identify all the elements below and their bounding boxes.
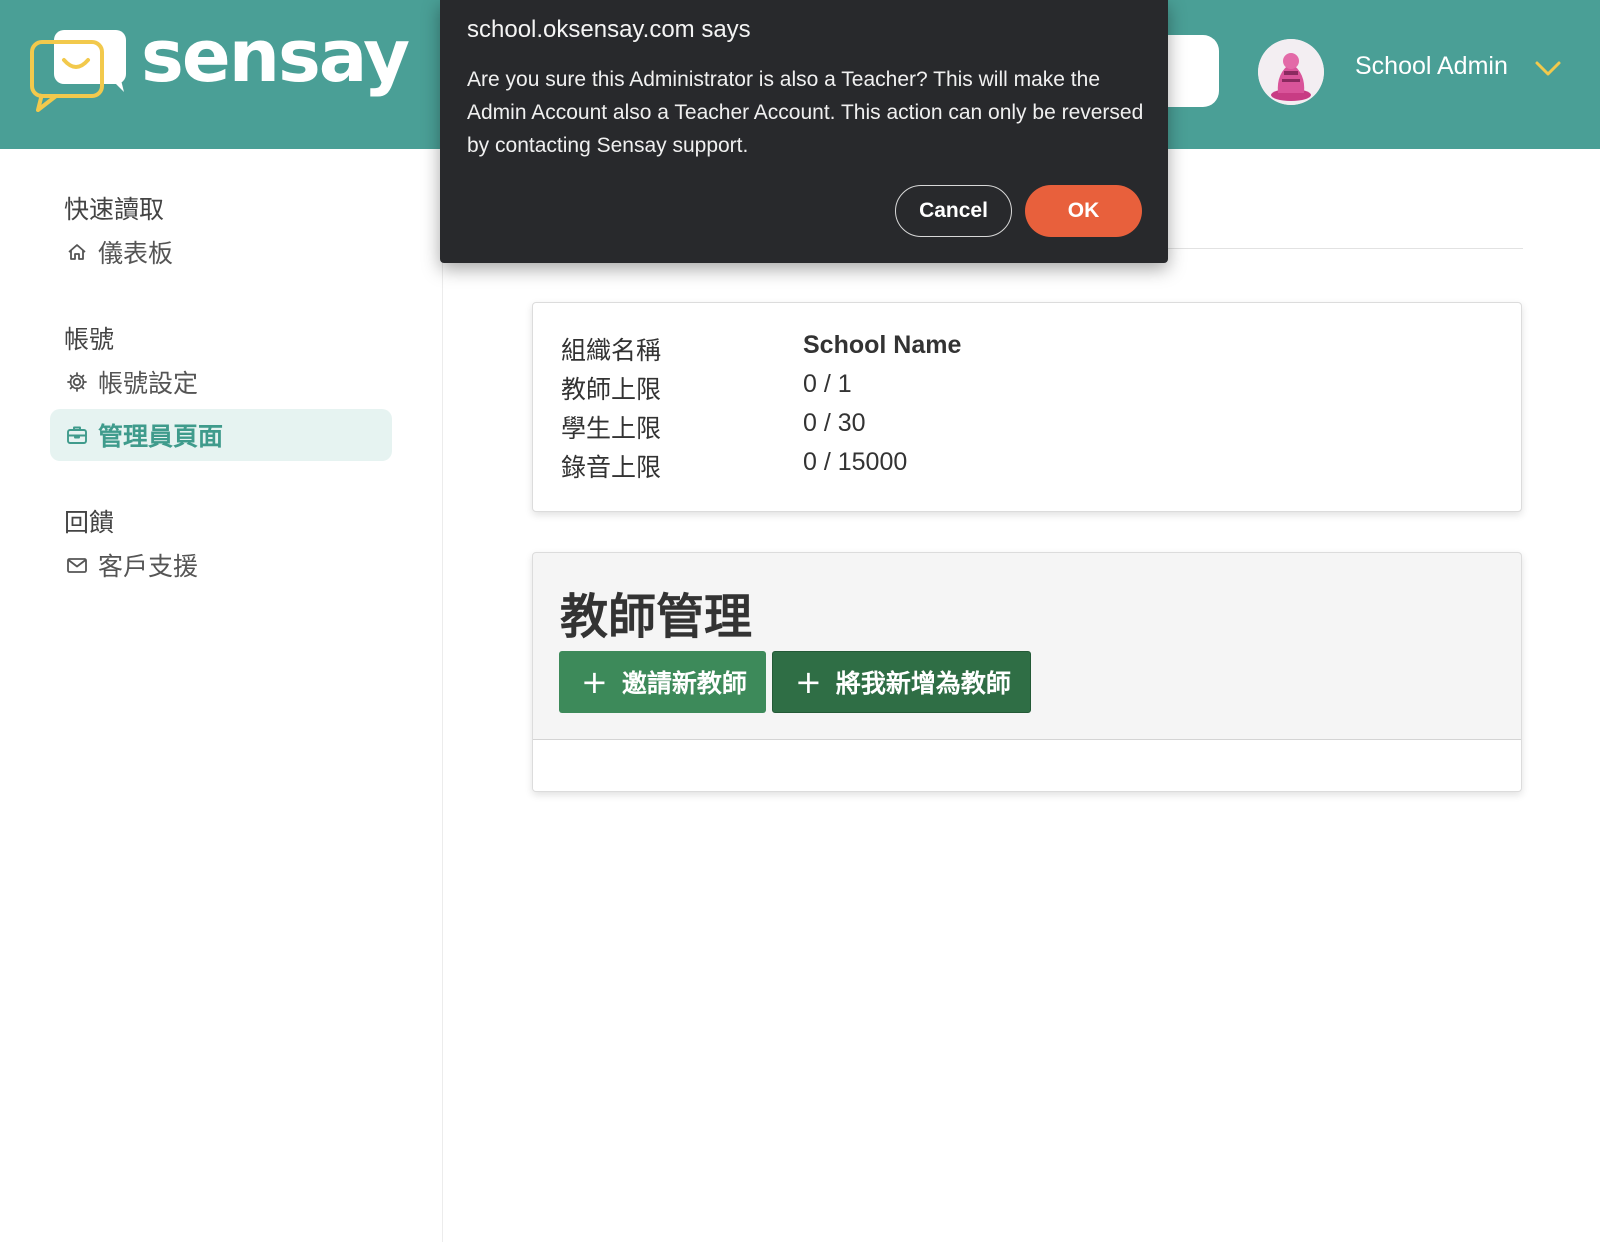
gear-icon [66,371,88,393]
brand-name[interactable]: sensay [141,14,410,98]
teacher-list-area [533,739,1521,791]
sidebar-section-feedback: 回饋 [64,508,115,537]
info-value: School Name [803,331,962,359]
info-value: 0 / 1 [803,370,852,398]
info-label: 教師上限 [561,375,662,404]
user-name[interactable]: School Admin [1355,52,1508,81]
plus-icon: + [795,663,822,701]
sidebar-item-label: 客戶支援 [98,552,199,581]
add-self-as-teacher-button[interactable]: + 將我新增為教師 [772,651,1031,713]
teacher-management-card: 教師管理 + 邀請新教師 + 將我新增為教師 [532,552,1522,792]
avatar-figure-icon [1258,39,1324,105]
sidebar-item-dashboard[interactable]: 儀表板 [66,232,173,272]
info-label: 錄音上限 [561,453,662,482]
sidebar-item-admin-page[interactable]: 管理員頁面 [66,415,223,455]
invite-teacher-button[interactable]: + 邀請新教師 [559,651,766,713]
briefcase-icon [66,424,88,446]
info-label: 組織名稱 [561,336,662,365]
sidebar-item-label: 帳號設定 [98,369,199,398]
invite-teacher-label: 邀請新教師 [621,669,747,698]
info-row-teacher-limit: 教師上限 0 / 1 [561,370,852,406]
info-value: 0 / 30 [803,409,866,437]
info-row-org-name: 組織名稱 School Name [561,331,961,367]
sidebar-item-account-settings[interactable]: 帳號設定 [66,362,198,402]
sensay-logo-icon[interactable] [28,26,138,116]
sidebar [0,149,443,1242]
mail-icon [66,554,88,576]
chevron-down-icon[interactable] [1534,56,1562,80]
confirm-dialog: school.oksensay.com says Are you sure th… [440,0,1168,263]
info-row-recording-limit: 錄音上限 0 / 15000 [561,448,907,484]
add-self-as-teacher-label: 將我新增為教師 [835,669,1011,698]
home-icon [66,241,88,263]
avatar[interactable] [1258,39,1324,105]
content-divider [1166,248,1523,249]
sidebar-item-label: 管理員頁面 [98,422,224,451]
info-label: 學生上限 [561,414,662,443]
info-row-student-limit: 學生上限 0 / 30 [561,409,866,445]
organization-info-card: 組織名稱 School Name 教師上限 0 / 1 學生上限 0 / 30 … [532,302,1522,512]
cancel-button[interactable]: Cancel [895,185,1012,237]
info-value: 0 / 15000 [803,448,908,476]
sidebar-section-quick-access: 快速讀取 [64,195,165,224]
sidebar-item-label: 儀表板 [98,239,174,268]
dialog-message: Are you sure this Administrator is also … [467,68,1144,157]
dialog-title: school.oksensay.com says [467,16,751,43]
sidebar-section-account: 帳號 [64,325,115,354]
teacher-management-title: 教師管理 [560,589,753,645]
plus-icon: + [581,663,608,701]
ok-button[interactable]: OK [1025,185,1142,237]
sidebar-item-customer-support[interactable]: 客戶支援 [66,545,198,585]
